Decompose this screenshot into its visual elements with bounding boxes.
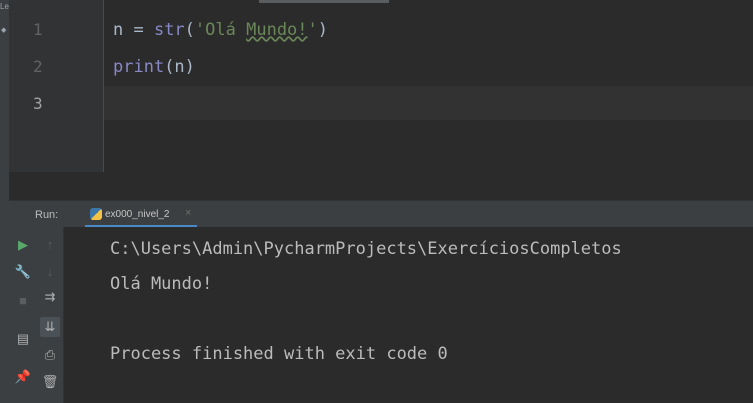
code-editor[interactable]: 1 2 3 n = str('Olá Mundo!') print(n) (9, 0, 753, 200)
pin-icon[interactable]: 📌 (13, 367, 33, 387)
code-paren-close: ) (317, 20, 329, 40)
current-line-highlight (104, 86, 753, 120)
layout-icon[interactable]: ▤ (13, 329, 33, 349)
code-line-1[interactable]: n = str('Olá Mundo!') (113, 20, 328, 40)
code-builtin-print: print (113, 57, 165, 77)
stop-icon[interactable]: ■ (13, 291, 33, 311)
code-line-2[interactable]: print(n) (113, 57, 195, 77)
console-line-output: Olá Mundo! (110, 274, 213, 294)
run-tab-name: ex000_nivel_2 (105, 209, 170, 220)
code-paren-open: ( (184, 20, 195, 40)
code-args: (n) (164, 57, 195, 77)
up-arrow-icon[interactable]: ↑ (40, 235, 60, 255)
editor-scroll-indicator (259, 0, 389, 3)
run-toolbar-secondary: ↑ ↓ ⇉ ⇊ ⎙ 🗑 (37, 227, 64, 403)
line-number-2: 2 (33, 57, 43, 76)
python-file-icon (90, 208, 102, 220)
scroll-to-end-icon[interactable]: ⇊ (40, 317, 60, 337)
code-string-end: ' (307, 20, 318, 40)
line-gutter: 1 2 3 (9, 0, 104, 172)
run-toolbar-primary: ▶ 🔧 ■ ▤ 📌 (9, 227, 37, 403)
sidebar-label[interactable]: Le (0, 2, 9, 11)
run-panel-header: Run: ex000_nivel_2 × (9, 200, 753, 228)
line-number-3: 3 (33, 94, 43, 113)
code-string-typo: Mundo! (246, 20, 308, 40)
wrench-icon[interactable]: 🔧 (13, 262, 33, 282)
code-builtin-str: str (153, 20, 185, 40)
soft-wrap-icon[interactable]: ⇉ (40, 287, 60, 307)
code-var: n = (113, 20, 154, 40)
console-line-exit: Process finished with exit code 0 (110, 344, 448, 364)
editor-bottom-area (9, 172, 753, 200)
rerun-icon[interactable]: ▶ (13, 235, 33, 255)
code-string-start: 'Olá (194, 20, 247, 40)
down-arrow-icon[interactable]: ↓ (40, 262, 60, 282)
trash-icon[interactable]: 🗑 (40, 372, 60, 392)
sidebar-pin-icon[interactable]: ◆ (1, 26, 6, 34)
console-line-path: C:\Users\Admin\PycharmProjects\Exercício… (110, 239, 622, 259)
close-tab-icon[interactable]: × (185, 207, 191, 219)
run-label: Run: (35, 209, 59, 221)
line-number-1: 1 (33, 20, 43, 39)
run-config-tab[interactable]: ex000_nivel_2 × (79, 201, 199, 228)
console-output[interactable]: C:\Users\Admin\PycharmProjects\Exercício… (64, 227, 753, 403)
print-icon[interactable]: ⎙ (40, 345, 60, 365)
